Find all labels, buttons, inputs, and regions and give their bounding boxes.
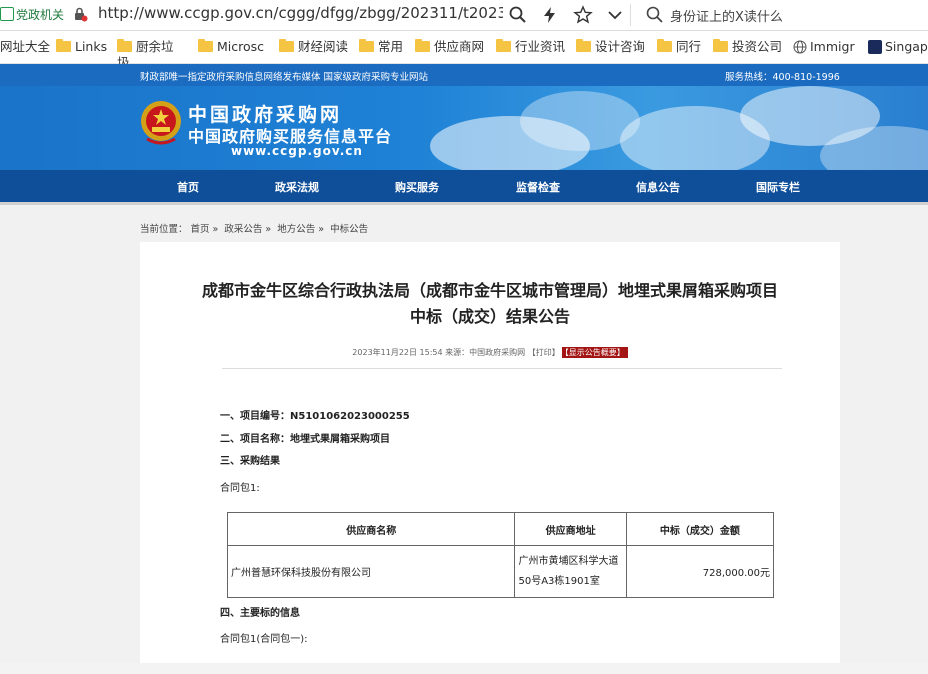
bookmark-item[interactable]: 厨余垃圾 xyxy=(117,39,185,70)
bookmark-item[interactable]: 网址大全 xyxy=(0,39,50,55)
folder-icon xyxy=(657,39,672,52)
table-header-row: 供应商名称 供应商地址 中标（成交）金额 xyxy=(226,512,775,546)
shield-icon xyxy=(0,7,14,21)
folder-icon xyxy=(576,39,591,52)
lightning-icon[interactable] xyxy=(540,5,560,25)
bookmark-item[interactable]: 常用 xyxy=(359,39,403,55)
bird-icon xyxy=(868,40,882,54)
bookmark-item[interactable]: 行业资讯 xyxy=(496,39,565,55)
bookmark-item[interactable]: Singap xyxy=(868,39,928,55)
bookmark-item[interactable]: 财经阅读 xyxy=(279,39,348,55)
results-table: 供应商名称 供应商地址 中标（成交）金额 广州普慧环保科技股份有限公司 广州市黄… xyxy=(226,512,775,598)
national-emblem-icon xyxy=(141,101,181,145)
bookmark-item[interactable]: Immigr xyxy=(793,39,855,55)
bookmark-item[interactable]: 投资公司 xyxy=(713,39,782,55)
search-box-icon[interactable] xyxy=(645,5,665,25)
service-hotline: 服务热线：400-810-1996 xyxy=(725,72,840,83)
article-title: 成都市金牛区综合行政执法局（成都市金牛区城市管理局）地埋式果屑箱采购项目 中标（… xyxy=(201,281,778,326)
bookmark-item[interactable]: Links xyxy=(56,39,107,55)
article-card: 成都市金牛区综合行政执法局（成都市金牛区城市管理局）地埋式果屑箱采购项目 中标（… xyxy=(140,242,840,674)
main-nav: 首页 政采法规 购买服务 监督检查 信息公告 国际专栏 xyxy=(0,170,928,202)
bookmark-item[interactable]: 同行 xyxy=(657,39,701,55)
breadcrumb-procurement[interactable]: 政采公告 xyxy=(224,224,262,235)
folder-icon xyxy=(496,39,511,52)
toolbar-divider xyxy=(630,4,631,26)
folder-icon xyxy=(359,39,374,52)
summary-toggle-button[interactable]: 【显示公告概要】 xyxy=(561,347,628,358)
site-tagline: 财政部唯一指定政府采购信息网络发布媒体 国家级政府采购专业网站 xyxy=(140,72,429,83)
site-banner: 中国政府采购网 中国政府购买服务信息平台 www.ccgp.gov.cn xyxy=(0,86,928,170)
nav-international[interactable]: 国际专栏 xyxy=(756,179,800,195)
nav-home[interactable]: 首页 xyxy=(177,179,199,195)
folder-icon xyxy=(713,39,728,52)
breadcrumb: 当前位置： 首页» 政采公告» 地方公告» 中标公告 xyxy=(140,224,369,235)
table-row: 广州普慧环保科技股份有限公司 广州市黄埔区科学大道50号A3栋1901室 728… xyxy=(226,545,775,598)
folder-icon xyxy=(56,39,71,52)
breadcrumb-award[interactable]: 中标公告 xyxy=(330,224,368,235)
column-header: 中标（成交）金额 xyxy=(625,512,775,546)
insecure-lock-icon[interactable] xyxy=(72,6,88,22)
nav-announcements[interactable]: 信息公告 xyxy=(636,179,680,195)
supplier-name: 广州普慧环保科技股份有限公司 xyxy=(226,545,516,598)
nav-regulations[interactable]: 政采法规 xyxy=(275,179,319,195)
folder-icon xyxy=(415,39,430,52)
star-icon[interactable] xyxy=(573,5,593,25)
divider xyxy=(222,368,782,369)
search-icon[interactable] xyxy=(508,5,528,25)
folder-icon xyxy=(279,39,294,52)
folder-icon xyxy=(198,39,213,52)
breadcrumb-local[interactable]: 地方公告 xyxy=(277,224,315,235)
folder-icon xyxy=(117,39,132,52)
url-input[interactable]: http://www.ccgp.gov.cn/cggg/dfgg/zbgg/20… xyxy=(98,4,503,22)
nav-shadow xyxy=(0,202,928,205)
nav-purchase-services[interactable]: 购买服务 xyxy=(395,179,439,195)
section-heading: 四、主要标的信息 xyxy=(220,608,300,619)
search-input[interactable]: 身份证上的X读什么 xyxy=(670,6,783,25)
award-amount: 728,000.00元 xyxy=(625,545,775,598)
breadcrumb-home[interactable]: 首页 xyxy=(191,224,210,235)
column-header: 供应商地址 xyxy=(514,512,627,546)
site-domain: www.ccgp.gov.cn xyxy=(231,144,363,158)
bookmark-item[interactable]: Microsc xyxy=(198,39,266,55)
project-name: 二、项目名称：地埋式果屑箱采购项目 xyxy=(220,434,390,445)
address-bar: 党政机关 http://www.ccgp.gov.cn/cggg/dfgg/zb… xyxy=(0,0,928,31)
contract-package: 合同包1: xyxy=(220,483,260,494)
column-header: 供应商名称 xyxy=(226,512,516,546)
article-meta: 2023年11月22日 15:54 来源：中国政府采购网 【打印】 【显示公告概要… xyxy=(140,347,840,358)
globe-icon xyxy=(793,40,807,54)
bookmark-item[interactable]: 供应商网 xyxy=(415,39,483,55)
bookmark-item[interactable]: 设计咨询 xyxy=(576,39,644,55)
section-heading: 三、采购结果 xyxy=(220,456,280,467)
project-number: 一、项目编号：N5101062023000255 xyxy=(220,411,410,422)
chevron-down-icon[interactable] xyxy=(605,5,625,25)
nav-supervision[interactable]: 监督检查 xyxy=(516,179,560,195)
site-top-strip: 财政部唯一指定政府采购信息网络发布媒体 国家级政府采购专业网站 服务热线：400… xyxy=(0,64,928,86)
supplier-address: 广州市黄埔区科学大道50号A3栋1901室 xyxy=(514,545,627,598)
bookmarks-bar: 网址大全 Links 厨余垃圾 Microsc 财经阅读 常用 供应商网 行业资… xyxy=(0,31,928,70)
status-bar xyxy=(0,663,928,674)
contract-package: 合同包1(合同包一): xyxy=(220,634,308,645)
site-tag[interactable]: 党政机关 xyxy=(0,6,64,23)
